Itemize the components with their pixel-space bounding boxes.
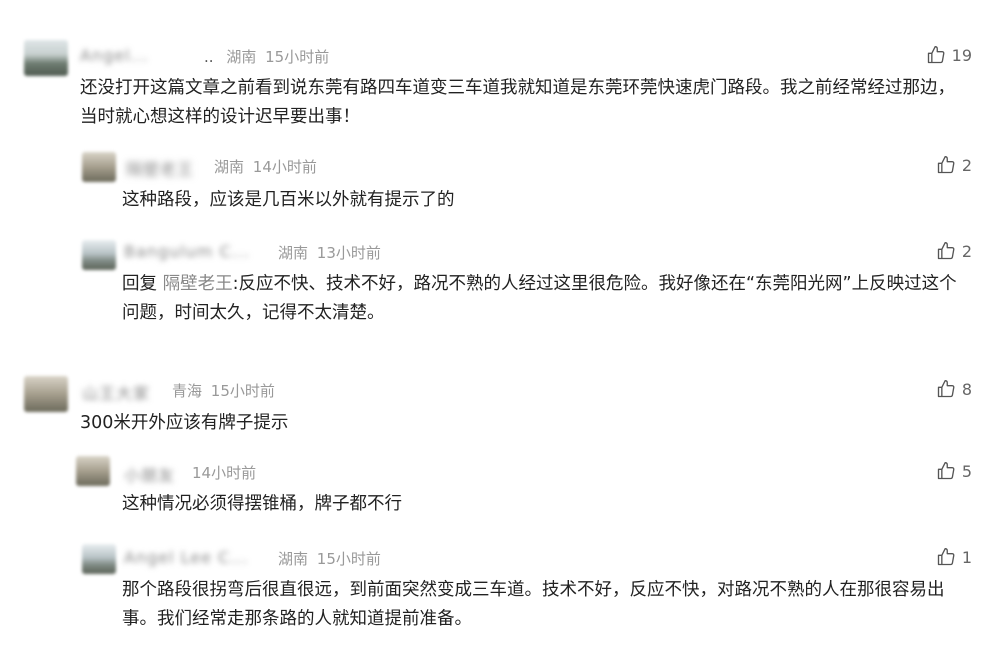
username-ellipsis: .. [204, 48, 214, 66]
like-count: 5 [961, 461, 972, 481]
location: 湖南 [214, 158, 245, 176]
thumbs-up-icon [927, 46, 945, 64]
timestamp: 14小时前 [252, 158, 317, 176]
location: 湖南 [226, 48, 257, 66]
comment-meta: 湖南 15小时前 [278, 548, 381, 569]
avatar[interactable] [82, 240, 116, 270]
comment-text: 300米开外应该有牌子提示 [80, 413, 289, 433]
comment-text: 这种路段，应该是几百米以外就有提示了的 [122, 190, 455, 210]
comment-meta: 湖南 14小时前 [214, 156, 317, 177]
comment-text: 还没打开这篇文章之前看到说东莞有路四车道变三车道我就知道是东莞环莞快速虎门路段。… [80, 78, 955, 127]
thumbs-up-icon [937, 462, 955, 480]
avatar[interactable] [24, 40, 68, 76]
reply-prefix: 回复 [122, 274, 157, 294]
like-button[interactable]: 8 [936, 379, 972, 399]
like-button[interactable]: 2 [936, 155, 972, 175]
like-button[interactable]: 19 [926, 45, 972, 65]
comment-meta: 14小时前 [192, 462, 256, 483]
like-count: 1 [961, 547, 972, 567]
thumbs-up-icon [937, 548, 955, 566]
comment-meta: 湖南 13小时前 [278, 242, 381, 263]
reply-body: :反应不快、技术不好，路况不熟的人经过这里很危险。我好像还在“东莞阳光网”上反映… [122, 274, 957, 323]
thumbs-up-icon [937, 242, 955, 260]
like-button[interactable]: 1 [936, 547, 972, 567]
timestamp: 15小时前 [210, 382, 275, 400]
thumbs-up-icon [937, 156, 955, 174]
thumbs-up-icon [937, 380, 955, 398]
location: 青海 [172, 382, 203, 400]
reply-to-username[interactable]: 隔壁老王 [163, 274, 233, 294]
comment-text: 回复 隔壁老王:反应不快、技术不好，路况不熟的人经过这里很危险。我好像还在“东莞… [122, 270, 972, 328]
like-button[interactable]: 2 [936, 241, 972, 261]
timestamp: 15小时前 [265, 48, 330, 66]
username[interactable]: Angel... [80, 46, 149, 65]
like-count: 2 [961, 155, 972, 175]
timestamp: 15小时前 [316, 550, 381, 568]
avatar[interactable] [76, 456, 110, 486]
timestamp: 14小时前 [192, 464, 257, 482]
username[interactable]: 山王大家 [82, 380, 150, 404]
username[interactable]: 小朋友 [124, 462, 184, 486]
username[interactable]: Angel Lee C... [124, 548, 248, 567]
comment-meta: .. 湖南 15小时前 [204, 46, 329, 67]
location: 湖南 [278, 550, 309, 568]
avatar[interactable] [24, 376, 68, 412]
avatar[interactable] [82, 152, 116, 182]
like-count: 2 [961, 241, 972, 261]
username[interactable]: 隔壁老王 [126, 156, 194, 180]
location: 湖南 [278, 244, 309, 262]
timestamp: 13小时前 [316, 244, 381, 262]
comment-text: 这种情况必须得摆锥桶，牌子都不行 [122, 494, 402, 514]
like-count: 8 [961, 379, 972, 399]
comment-meta: 青海 15小时前 [172, 380, 275, 401]
username[interactable]: Bangulum C... [124, 242, 250, 261]
like-count: 19 [951, 45, 972, 65]
like-button[interactable]: 5 [936, 461, 972, 481]
comment-text: 那个路段很拐弯后很直很远，到前面突然变成三车道。技术不好，反应不快，对路况不熟的… [122, 580, 945, 629]
avatar[interactable] [82, 544, 116, 574]
